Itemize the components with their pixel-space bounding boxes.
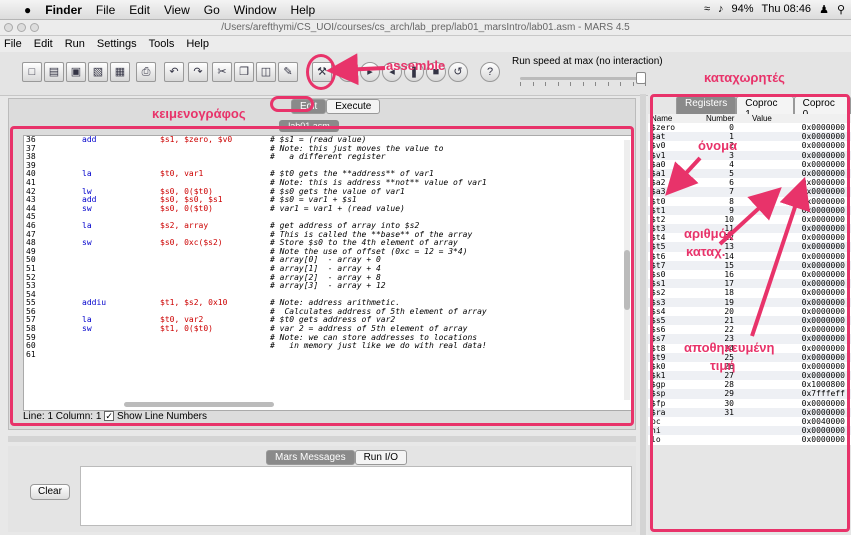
number-annotation-2: καταχ. [686, 244, 726, 259]
registers-annotation: καταχωρητές [704, 70, 785, 85]
name-arrow [665, 156, 702, 196]
assemble-arrow [326, 53, 386, 86]
assemble-annotation: assemble [386, 58, 446, 73]
editor-annotation: κειμενογράφος [152, 106, 246, 121]
name-annotation: όνομα [698, 138, 738, 153]
number-annotation-1: αριθμός [684, 226, 734, 241]
value-arrow [750, 176, 811, 337]
stored-annotation-2: τιμή [710, 358, 736, 373]
stored-annotation-1: αποθηκευμένη [684, 340, 775, 355]
